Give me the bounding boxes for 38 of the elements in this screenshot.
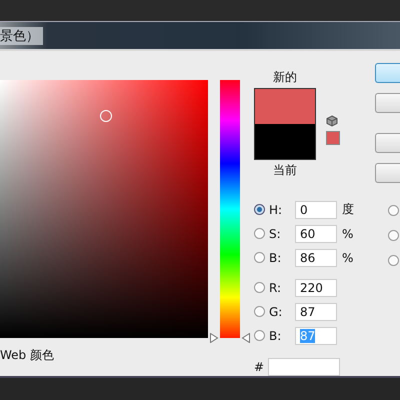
radio-button[interactable]: [388, 205, 399, 216]
value-field[interactable]: 60: [295, 224, 337, 242]
radio-button[interactable]: [388, 255, 399, 266]
picker-circle-icon[interactable]: [100, 110, 112, 122]
field-label: B:: [269, 250, 282, 264]
hex-field[interactable]: [268, 358, 340, 376]
field-label: S:: [269, 226, 282, 240]
web-safe-swatch[interactable]: [326, 131, 340, 145]
radio-button[interactable]: [254, 228, 265, 239]
value-field[interactable]: 0: [295, 200, 337, 218]
hex-label: #: [254, 360, 265, 374]
radio-button[interactable]: [254, 282, 265, 293]
field-label: G:: [269, 304, 284, 318]
field-label: B:: [269, 328, 282, 342]
web-colors-label: Web 颜色: [0, 347, 55, 364]
radio-button[interactable]: [254, 330, 265, 341]
unit-label: 度: [342, 201, 354, 218]
current-label: 当前: [273, 162, 297, 179]
dialog-button[interactable]: [375, 163, 400, 183]
field-label: H:: [269, 202, 284, 216]
radio-button[interactable]: [254, 204, 265, 215]
value-field[interactable]: 220: [295, 278, 337, 296]
radio-button[interactable]: [388, 230, 399, 241]
value-field[interactable]: 86: [295, 248, 337, 266]
slider-handle[interactable]: [210, 333, 250, 343]
unit-label: %: [342, 250, 354, 264]
window-title: 景色）: [0, 26, 43, 44]
unit-label: %: [342, 226, 354, 240]
dialog-button[interactable]: [375, 133, 400, 153]
dialog-button[interactable]: [375, 63, 400, 83]
new-label: 新的: [273, 69, 297, 86]
value-field[interactable]: 87: [295, 302, 337, 320]
radio-button[interactable]: [254, 306, 265, 317]
cube-icon[interactable]: [326, 115, 338, 127]
dialog-button[interactable]: [375, 93, 400, 113]
field-label: R:: [269, 280, 282, 294]
radio-button[interactable]: [254, 252, 265, 263]
color-field[interactable]: [0, 80, 208, 338]
